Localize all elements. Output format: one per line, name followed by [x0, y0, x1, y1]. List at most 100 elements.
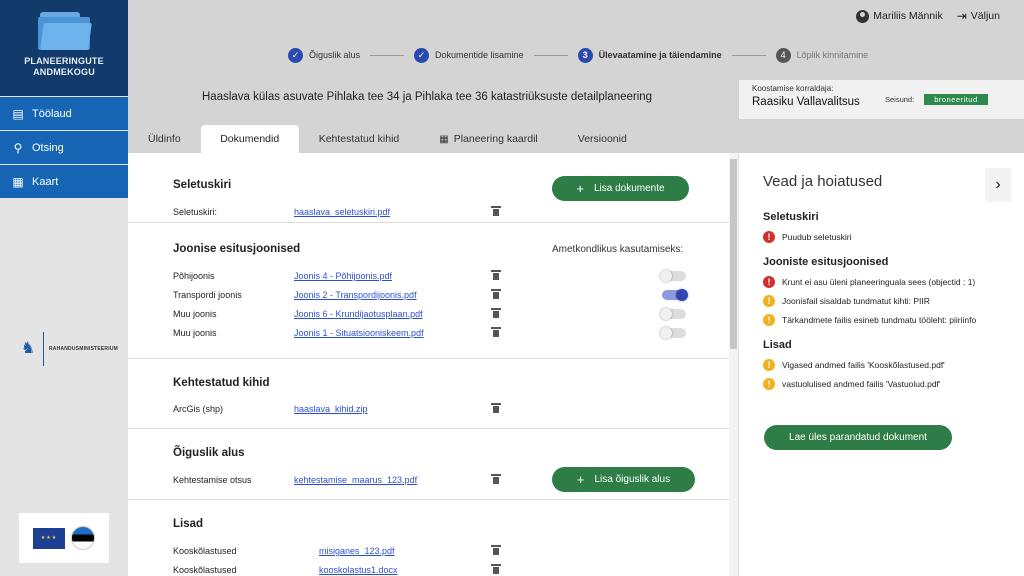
tab-uldinfo[interactable]: Üldinfo: [128, 125, 201, 153]
step-3[interactable]: 3 Ülevaatamine ja täiendamine: [577, 47, 722, 63]
app-title-line2: ANDMEKOGU: [33, 67, 95, 77]
scrollbar-thumb[interactable]: [730, 159, 737, 349]
button-label: Lisa õiguslik alus: [594, 474, 671, 485]
group-title: Seletuskiri: [763, 211, 819, 223]
row-label: Põhijoonis: [173, 271, 215, 281]
row-label: Muu joonis: [173, 309, 217, 319]
documents-panel: Seletuskiri + Lisa dokumente Seletuskiri…: [128, 153, 729, 576]
lions-crest-icon: ♞: [20, 340, 36, 357]
delete-icon[interactable]: [491, 206, 501, 216]
file-link[interactable]: kooskolastus1.docx: [319, 565, 398, 575]
tab-dokumendid[interactable]: Dokumendid: [200, 125, 299, 153]
map-icon: ▦: [12, 174, 24, 189]
chevron-right-icon[interactable]: ›: [985, 168, 1011, 202]
step-2[interactable]: ✓ Dokumentide lisamine: [414, 47, 524, 63]
delete-icon[interactable]: [491, 403, 501, 413]
sidebar-item-kaart[interactable]: ▦ Kaart: [0, 165, 128, 198]
error-message: ! Krunt ei asu üleni planeeringuala sees…: [763, 276, 975, 288]
logout-label: Väljun: [970, 10, 1000, 22]
delete-icon[interactable]: [491, 327, 501, 337]
error-message: ! Puudub seletuskiri: [763, 231, 851, 243]
official-use-toggle[interactable]: [660, 327, 686, 339]
button-label: Lisa dokumente: [593, 183, 665, 194]
warning-icon: !: [763, 359, 775, 371]
delete-icon[interactable]: [491, 270, 501, 280]
user-menu[interactable]: Mariliis Männik: [856, 9, 943, 23]
step-1[interactable]: ✓ Õiguslik alus: [288, 47, 360, 63]
warning-icon: !: [763, 314, 775, 326]
app-logo[interactable]: PLANEERINGUTE ANDMEKOGU: [0, 0, 128, 96]
tab-bar: Üldinfo Dokumendid Kehtestatud kihid ▦ P…: [128, 125, 647, 153]
file-link[interactable]: Joonis 2 - Transpordijoonis.pdf: [294, 290, 417, 300]
step-label: Lõplik kinnitamine: [796, 50, 869, 60]
section-oiguslik-alus: Õiguslik alus Kehtestamise otsus kehtest…: [128, 429, 729, 500]
user-area: Mariliis Männik ⇥ Väljun: [856, 9, 1000, 23]
top-bar: Mariliis Männik ⇥ Väljun ✓ Õiguslik alus…: [128, 0, 1024, 120]
file-link[interactable]: haaslava_seletuskiri.pdf: [294, 207, 390, 217]
estonia-flag-icon: [71, 526, 95, 550]
ministry-logo: ♞ RAHANDUSMINISTEERIUM: [18, 332, 118, 366]
section-title: Joonise esitusjoonised: [173, 243, 301, 255]
scrollbar[interactable]: [729, 153, 738, 576]
warning-icon: !: [763, 378, 775, 390]
row-label: ArcGis (shp): [173, 404, 224, 414]
file-link[interactable]: Joonis 6 - Krundijaotusplaan.pdf: [294, 309, 423, 319]
delete-icon[interactable]: [491, 474, 501, 484]
sidebar-item-toolaud[interactable]: ▤ Töölaud: [0, 97, 128, 130]
add-legal-basis-button[interactable]: + Lisa õiguslik alus: [552, 467, 695, 492]
message-text: Tärkandmete failis esineb tundmatu tööle…: [782, 315, 977, 325]
group-title: Jooniste esitusjoonised: [763, 256, 889, 268]
file-link[interactable]: Joonis 4 - Põhijoonis.pdf: [294, 271, 392, 281]
row-label: Muu joonis: [173, 328, 217, 338]
section-kehtestatud-kihid: Kehtestatud kihid ArcGis (shp) haaslava_…: [128, 359, 729, 429]
tab-versioonid[interactable]: Versioonid: [558, 125, 647, 153]
official-use-toggle[interactable]: [662, 289, 688, 301]
row-label: Kooskõlastused: [173, 565, 237, 575]
step-4[interactable]: 4 Lõplik kinnitamine: [775, 47, 869, 63]
plan-title: Haaslava külas asuvate Pihlaka tee 34 ja…: [202, 91, 653, 103]
delete-icon[interactable]: [491, 545, 501, 555]
check-icon: ✓: [288, 47, 303, 63]
message-text: Vigased andmed failis 'Kooskõlastused.pd…: [782, 360, 945, 370]
official-use-label: Ametkondlikus kasutamiseks:: [552, 244, 684, 255]
map-icon: ▦: [439, 133, 449, 145]
section-seletuskiri: Seletuskiri + Lisa dokumente Seletuskiri…: [128, 153, 729, 223]
check-icon: ✓: [414, 47, 430, 63]
file-link[interactable]: haaslava_kihid.zip: [294, 404, 368, 414]
eu-funding-logo: ★★★: [19, 513, 109, 563]
eu-flag-icon: ★★★: [33, 527, 65, 549]
sidebar-item-label: Otsing: [32, 141, 64, 154]
section-joonised: Joonise esitusjoonised Ametkondlikus kas…: [128, 223, 729, 359]
upload-fixed-document-button[interactable]: Lae üles parandatud dokument: [764, 425, 952, 450]
tab-kehtestatud-kihid[interactable]: Kehtestatud kihid: [299, 125, 420, 153]
file-link[interactable]: kehtestamise_maarus_123.pdf: [294, 475, 417, 485]
section-title: Õiguslik alus: [173, 447, 245, 459]
delete-icon[interactable]: [491, 289, 501, 299]
file-link[interactable]: misiganes_123.pdf: [319, 546, 395, 556]
logout-button[interactable]: ⇥ Väljun: [957, 9, 1000, 23]
file-link[interactable]: Joonis 1 - Situatsiooniskeem.pdf: [294, 328, 424, 338]
message-text: vastuolulised andmed failis 'Vastuolud.p…: [782, 379, 941, 389]
sidebar-item-otsing[interactable]: ⚲ Otsing: [0, 131, 128, 164]
tab-planeering-kaardil[interactable]: ▦ Planeering kaardil: [419, 125, 558, 153]
ministry-name: RAHANDUSMINISTEERIUM: [49, 346, 118, 352]
organizer-box: Koostamise korraldaja: Raasiku Vallavali…: [739, 80, 1024, 119]
logout-icon: ⇥: [956, 9, 967, 23]
warning-message: ! Vigased andmed failis 'Kooskõlastused.…: [763, 359, 945, 371]
errors-panel: Vead ja hoiatused › Seletuskiri ! Puudub…: [738, 153, 1024, 576]
delete-icon[interactable]: [491, 564, 501, 574]
account-icon: [856, 9, 870, 23]
step-label: Dokumentide lisamine: [435, 50, 524, 60]
add-documents-button[interactable]: + Lisa dokumente: [552, 176, 689, 201]
warning-icon: !: [763, 295, 775, 307]
sidebar-item-label: Kaart: [32, 175, 59, 188]
error-icon: !: [763, 276, 775, 288]
official-use-toggle[interactable]: [660, 270, 686, 282]
plus-icon: +: [576, 472, 585, 487]
delete-icon[interactable]: [491, 308, 501, 318]
tab-label: Planeering kaardil: [453, 133, 538, 145]
status-area: Seisund: broneeritud: [885, 94, 988, 105]
section-title: Seletuskiri: [173, 179, 232, 191]
message-text: Puudub seletuskiri: [782, 232, 852, 242]
official-use-toggle[interactable]: [660, 308, 686, 320]
